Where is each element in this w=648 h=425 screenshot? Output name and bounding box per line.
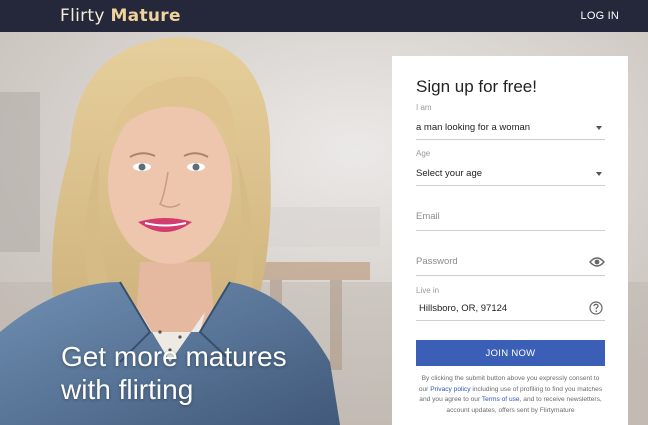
chevron-down-icon bbox=[596, 126, 602, 130]
consent-text: By clicking the submit button above you … bbox=[416, 374, 605, 416]
terms-of-use-link[interactable]: Terms of use bbox=[482, 396, 520, 403]
location-value: Hillsboro, OR, 97124 bbox=[419, 303, 508, 314]
location-label: Live in bbox=[416, 286, 440, 295]
age-label: Age bbox=[416, 149, 431, 158]
logo-text-part2: Mature bbox=[110, 6, 181, 26]
question-circle-icon[interactable] bbox=[589, 301, 603, 315]
age-value: Select your age bbox=[416, 168, 483, 179]
password-field[interactable]: Password bbox=[416, 241, 605, 276]
tagline-line-2: with flirting bbox=[61, 374, 194, 405]
logo-text-part1: Flirty bbox=[60, 6, 105, 26]
email-placeholder: Email bbox=[416, 211, 440, 222]
hero-tagline: Get more matures with flirting bbox=[61, 340, 351, 406]
join-now-button[interactable]: JOIN NOW bbox=[416, 340, 605, 366]
password-placeholder: Password bbox=[416, 256, 458, 267]
email-field[interactable]: Email bbox=[416, 196, 605, 231]
top-navigation-bar: Flirty Mature LOG IN bbox=[0, 0, 648, 32]
location-field[interactable]: Live in Hillsboro, OR, 97124 bbox=[416, 286, 605, 321]
signup-panel: Sign up for free! I am a man looking for… bbox=[392, 56, 628, 425]
login-link[interactable]: LOG IN bbox=[581, 10, 620, 22]
signup-title: Sign up for free! bbox=[416, 77, 537, 96]
privacy-policy-link[interactable]: Privacy policy bbox=[430, 386, 470, 393]
chevron-down-icon bbox=[596, 172, 602, 176]
iam-value: a man looking for a woman bbox=[416, 122, 531, 133]
site-logo[interactable]: Flirty Mature bbox=[60, 6, 181, 26]
iam-select[interactable]: I am a man looking for a woman bbox=[416, 102, 605, 140]
iam-label: I am bbox=[416, 103, 432, 112]
age-select[interactable]: Age Select your age bbox=[416, 148, 605, 186]
tagline-line-1: Get more matures bbox=[61, 341, 287, 372]
eye-icon[interactable] bbox=[589, 256, 605, 268]
